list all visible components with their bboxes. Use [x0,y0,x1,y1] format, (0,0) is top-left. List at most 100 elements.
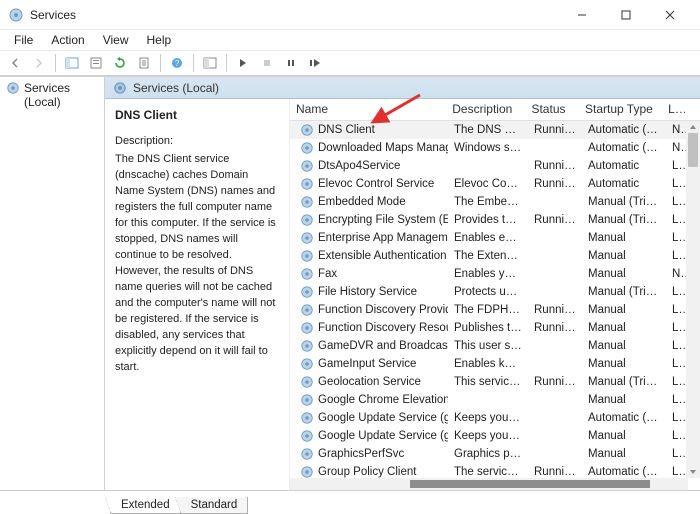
service-icon [300,375,314,389]
close-button[interactable] [648,0,692,30]
service-row[interactable]: GameDVR and Broadcast Us...This user ser… [290,337,700,355]
service-row[interactable]: FaxEnables you ...ManualNe [290,265,700,283]
toolbar: ? [0,50,700,76]
service-row[interactable]: Function Discovery Resourc...Publishes t… [290,319,700,337]
pane-title-text: Services (Local) [133,81,219,95]
pause-service-button[interactable] [280,52,302,74]
minimize-button[interactable] [560,0,604,30]
description-label: Description: [115,134,279,150]
cell-name: Google Chrome Elevation Se... [290,393,448,407]
cell-startup: Manual [582,430,666,442]
vertical-scrollbar[interactable] [686,121,700,478]
restart-service-button[interactable] [304,52,326,74]
cell-status: Running [528,124,582,136]
col-status[interactable]: Status [525,99,579,120]
service-icon [300,249,314,263]
selected-service-name: DNS Client [115,107,279,124]
service-row[interactable]: GameInput ServiceEnables key...ManualLoc [290,355,700,373]
col-description[interactable]: Description [446,99,525,120]
service-row[interactable]: Google Update Service (gup...Keeps your … [290,427,700,445]
scroll-up-arrow[interactable] [686,121,700,133]
service-icon [300,321,314,335]
cell-name: GraphicsPerfSvc [290,447,448,461]
cell-startup: Manual [582,232,666,244]
cell-description: This user ser... [448,340,528,352]
cell-name: Encrypting File System (EFS) [290,213,448,227]
description-panel: DNS Client Description: The DNS Client s… [105,99,290,490]
col-name[interactable]: Name [290,99,446,120]
tree-pane: Services (Local) [0,77,105,490]
back-button[interactable] [4,52,26,74]
cell-name: GameDVR and Broadcast Us... [290,339,448,353]
cell-name: Group Policy Client [290,465,448,479]
menu-file[interactable]: File [6,31,41,49]
service-row[interactable]: Elevoc Control ServiceElevoc Contr...Run… [290,175,700,193]
properties-button[interactable] [85,52,107,74]
maximize-button[interactable] [604,0,648,30]
cell-name: Google Update Service (gup... [290,429,448,443]
cell-startup: Automatic (Trig... [582,124,666,136]
menu-view[interactable]: View [95,31,137,49]
cell-startup: Automatic (Trig... [582,466,666,478]
cell-startup: Manual [582,340,666,352]
scrollbar-thumb-h[interactable] [410,480,650,488]
service-row[interactable]: Geolocation ServiceThis service ...Runni… [290,373,700,391]
service-row[interactable]: Encrypting File System (EFS)Provides the… [290,211,700,229]
export-list-button[interactable] [133,52,155,74]
tree-root[interactable]: Services (Local) [24,81,98,109]
col-startup-type[interactable]: Startup Type [579,99,662,120]
show-hide-button[interactable] [61,52,83,74]
stop-service-button[interactable] [256,52,278,74]
service-row[interactable]: Google Chrome Elevation Se...ManualLoc [290,391,700,409]
cell-name: DNS Client [290,123,448,137]
scroll-down-arrow[interactable] [686,466,700,478]
service-icon [300,141,314,155]
cell-status: Running [528,304,582,316]
cell-description: Enables ente... [448,232,528,244]
scrollbar-thumb[interactable] [688,133,698,167]
cell-name: Geolocation Service [290,375,448,389]
service-row[interactable]: Function Discovery Provider ...The FDPHO… [290,301,700,319]
cell-status: Running [528,160,582,172]
col-logon[interactable]: Log [662,99,686,120]
service-icon [300,339,314,353]
horizontal-scrollbar[interactable] [290,478,688,490]
cell-startup: Manual [582,304,666,316]
cell-startup: Manual (Trigg... [582,376,666,388]
service-row[interactable]: DtsApo4ServiceRunningAutomaticLoc [290,157,700,175]
cell-name: Elevoc Control Service [290,177,448,191]
cell-startup: Automatic [582,160,666,172]
service-row[interactable]: Embedded ModeThe Embedd...Manual (Trigg.… [290,193,700,211]
cell-name: Enterprise App Managemen... [290,231,448,245]
panel-view-button[interactable] [199,52,221,74]
service-icon [300,393,314,407]
forward-button[interactable] [28,52,50,74]
service-row[interactable]: Extensible Authentication Pr...The Exten… [290,247,700,265]
help-button[interactable]: ? [166,52,188,74]
service-icon [300,447,314,461]
menu-help[interactable]: Help [139,31,180,49]
start-service-button[interactable] [232,52,254,74]
cell-startup: Manual (Trigg... [582,214,666,226]
tab-standard[interactable]: Standard [180,497,249,514]
description-text: The DNS Client service (dnscache) caches… [115,152,279,375]
cell-description: Elevoc Contr... [448,178,528,190]
service-icon [300,267,314,281]
menu-action[interactable]: Action [43,31,92,49]
cell-startup: Automatic (De... [582,142,666,154]
service-row[interactable]: Downloaded Maps ManagerWindows ser...Aut… [290,139,700,157]
services-app-icon [8,7,24,23]
cell-description: Publishes thi... [448,322,528,334]
cell-startup: Manual [582,322,666,334]
tab-extended[interactable]: Extended [110,497,180,514]
service-row[interactable]: DNS ClientThe DNS Cli...RunningAutomatic… [290,121,700,139]
cell-startup: Automatic (De... [582,412,666,424]
service-row[interactable]: Google Update Service (gup...Keeps your … [290,409,700,427]
cell-status: Running [528,322,582,334]
refresh-button[interactable] [109,52,131,74]
service-row[interactable]: Enterprise App Managemen...Enables ente.… [290,229,700,247]
cell-name: Function Discovery Resourc... [290,321,448,335]
cell-name: Downloaded Maps Manager [290,141,448,155]
service-row[interactable]: File History ServiceProtects user...Manu… [290,283,700,301]
service-row[interactable]: GraphicsPerfSvcGraphics per...ManualLoc [290,445,700,463]
